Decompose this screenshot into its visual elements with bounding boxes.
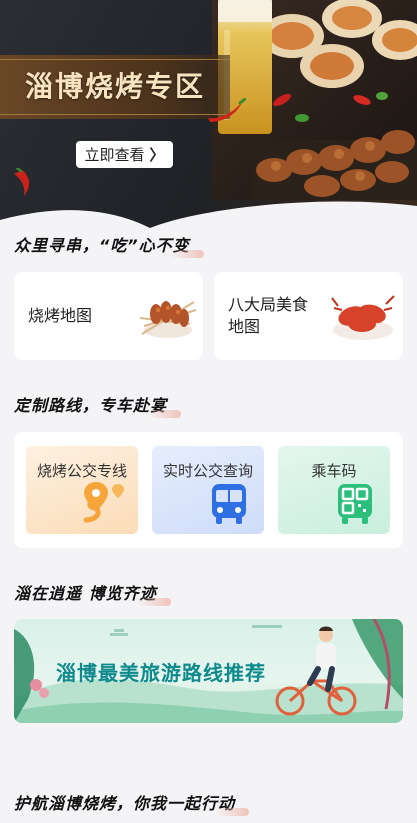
section-heading-text: 淄在逍遥 博览齐迹 [14,584,157,603]
routes-panel: 烧烤公交专线 实时公交查询 乘车码 [14,432,403,548]
food-map-card[interactable]: 八大局美食 地图 [214,272,403,360]
section-heading-text: 众里寻串，“吃”心不变 [14,236,190,255]
section-heading-text: 定制路线，专车赴宴 [14,396,168,415]
heading-swash [215,808,250,816]
chili-icon [14,168,30,196]
bbq-bus-line-label: 烧烤公交专线 [36,462,127,480]
realtime-bus-tile[interactable]: 实时公交查询 [152,446,264,534]
skewers-icon [139,301,197,338]
crayfish-icon [331,295,395,340]
tour-banner-title: 淄博最美旅游路线推荐 [56,661,266,685]
bbq-bus-line-tile[interactable]: 烧烤公交专线 [26,446,138,534]
bbq-map-label: 烧烤地图 [28,306,93,325]
heading-swash [147,410,182,418]
section-heading: 众里寻串，“吃”心不变 [14,232,204,258]
realtime-bus-label: 实时公交查询 [162,462,253,480]
tour-route-banner[interactable]: 淄博最美旅游路线推荐 [14,619,403,723]
hero-banner[interactable]: 淄博烧烤专区 立即查看 〉 [0,0,417,236]
heading-swash [169,250,204,258]
food-map-label-line2: 地图 [228,317,261,336]
route-pin-icon [83,482,124,523]
view-now-label: 立即查看 [84,146,145,164]
section-heading: 淄在逍遥 博览齐迹 [14,580,171,606]
bus-icon [212,484,246,524]
chili-icon [208,98,246,122]
hero-curve [0,201,417,236]
section-heading: 护航淄博烧烤，你我一起行动 [14,790,250,816]
view-now-button[interactable]: 立即查看 〉 [76,141,173,168]
heading-swash [136,598,171,606]
section-heading: 定制路线，专车赴宴 [14,392,182,418]
bus-code-label: 乘车码 [311,462,357,480]
bus-code-icon [338,484,372,524]
food-map-label-line1: 八大局美食 [228,295,309,314]
bus-code-tile[interactable]: 乘车码 [278,446,390,534]
chevron-right-icon: 〉 [149,146,165,164]
bbq-map-card[interactable]: 烧烤地图 [14,272,203,360]
hero-title: 淄博烧烤专区 [24,70,205,103]
section-heading-text: 护航淄博烧烤，你我一起行动 [14,794,236,813]
